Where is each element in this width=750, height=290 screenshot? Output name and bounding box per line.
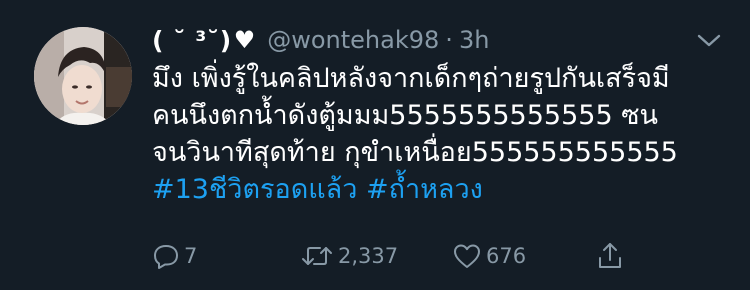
share-button[interactable] xyxy=(596,238,628,274)
tweet-header: ( ˘ ³˘) ♥ @wontehak98 · 3h xyxy=(152,22,489,58)
retweet-icon xyxy=(302,247,332,265)
retweet-count: 2,337 xyxy=(338,244,399,268)
heart-icon xyxy=(454,244,480,268)
separator-dot: · xyxy=(445,26,453,54)
tweet-text: มึง เพิ่งรู้ในคลิปหลังจากเด็กๆถ่ายรูปกัน… xyxy=(152,60,722,208)
share-icon xyxy=(599,243,621,268)
user-handle[interactable]: @wontehak98 xyxy=(267,26,439,54)
retweet-button[interactable]: 2,337 xyxy=(300,238,398,274)
tweet-text-line: คนนึงตกน้ำดังตู้มมม5555555555555 ซน xyxy=(152,100,658,131)
chevron-down-icon[interactable] xyxy=(696,30,722,50)
display-name[interactable]: ( ˘ ³˘) xyxy=(152,26,232,55)
like-count: 676 xyxy=(486,244,527,268)
reply-count: 7 xyxy=(184,244,198,268)
heart-suit-icon: ♥ xyxy=(233,26,256,54)
avatar[interactable] xyxy=(34,27,132,125)
hashtag-line: #13ชีวิตรอดแล้ว #ถ้ำหลวง xyxy=(152,171,722,208)
tweet-text-line: จนวินาทีสุดท้าย กุขำเหนื่อย555555555555 xyxy=(152,137,678,168)
tweet-actions: 7 2,337 676 xyxy=(152,238,632,274)
tweet-text-line: มึง เพิ่งรู้ในคลิปหลังจากเด็กๆถ่ายรูปกัน… xyxy=(152,63,670,94)
like-button[interactable]: 676 xyxy=(452,238,526,274)
reply-icon xyxy=(154,245,178,269)
reply-button[interactable]: 7 xyxy=(152,238,197,274)
hashtag-link[interactable]: #13ชีวิตรอดแล้ว xyxy=(152,174,357,205)
hashtag-link[interactable]: #ถ้ำหลวง xyxy=(366,174,483,205)
tweet-card[interactable]: ( ˘ ³˘) ♥ @wontehak98 · 3h มึง เพิ่งรู้ใ… xyxy=(0,0,750,290)
timestamp[interactable]: 3h xyxy=(459,26,489,54)
